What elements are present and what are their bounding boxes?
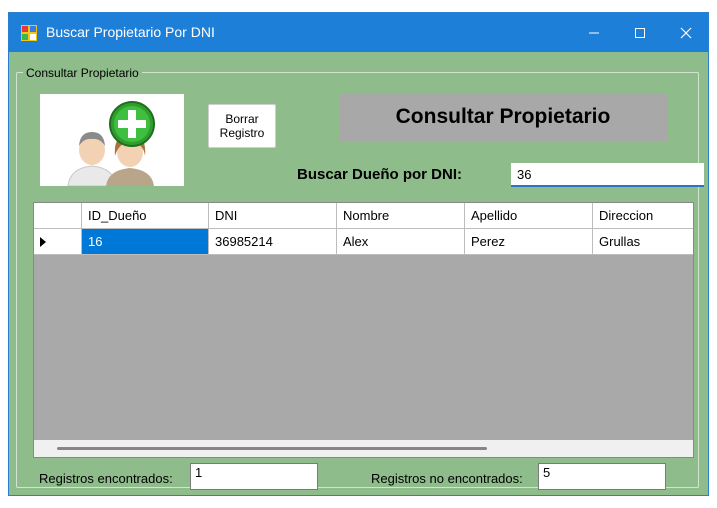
maximize-button[interactable] bbox=[617, 13, 663, 52]
owners-grid[interactable]: ID_Dueño DNI Nombre Apellido Direccion 1… bbox=[33, 202, 694, 458]
row-selector[interactable] bbox=[34, 229, 82, 254]
clear-record-label-2: Registro bbox=[219, 126, 265, 140]
minimize-button[interactable] bbox=[571, 13, 617, 52]
cell-nombre[interactable]: Alex bbox=[337, 229, 465, 254]
horizontal-scrollbar[interactable] bbox=[34, 440, 693, 457]
dni-search-input[interactable] bbox=[511, 163, 704, 187]
column-header-dni[interactable]: DNI bbox=[209, 203, 337, 228]
cell-direccion[interactable]: Grullas bbox=[593, 229, 693, 254]
not-found-label: Registros no encontrados: bbox=[371, 471, 523, 486]
grid-header: ID_Dueño DNI Nombre Apellido Direccion bbox=[34, 203, 693, 229]
form-body: Consultar Propietario Borrar Registro Co… bbox=[9, 52, 708, 495]
row-header-corner bbox=[34, 203, 82, 228]
window: Buscar Propietario Por DNI Consultar Pro… bbox=[8, 12, 709, 496]
clear-record-label-1: Borrar bbox=[225, 112, 259, 126]
search-label: Buscar Dueño por DNI: bbox=[297, 166, 463, 183]
column-header-nombre[interactable]: Nombre bbox=[337, 203, 465, 228]
table-row[interactable]: 16 36985214 Alex Perez Grullas bbox=[34, 229, 693, 255]
minimize-icon bbox=[589, 32, 599, 33]
add-owner-icon bbox=[67, 101, 155, 187]
column-header-apellido[interactable]: Apellido bbox=[465, 203, 593, 228]
title-bar[interactable]: Buscar Propietario Por DNI bbox=[9, 13, 708, 52]
banner-title: Consultar Propietario bbox=[339, 93, 667, 141]
not-found-count-field[interactable]: 5 bbox=[538, 463, 666, 490]
owner-picture bbox=[40, 94, 184, 187]
cell-apellido[interactable]: Perez bbox=[465, 229, 593, 254]
found-count-field[interactable]: 1 bbox=[190, 463, 318, 490]
found-label: Registros encontrados: bbox=[39, 471, 173, 486]
maximize-icon bbox=[635, 27, 645, 38]
cell-dni[interactable]: 36985214 bbox=[209, 229, 337, 254]
close-button[interactable] bbox=[663, 13, 708, 52]
close-icon bbox=[680, 27, 692, 38]
window-title: Buscar Propietario Por DNI bbox=[46, 24, 215, 40]
column-header-direccion[interactable]: Direccion bbox=[593, 203, 693, 228]
app-icon bbox=[21, 25, 37, 41]
scrollbar-thumb[interactable] bbox=[57, 447, 487, 450]
clear-record-button[interactable]: Borrar Registro bbox=[208, 104, 276, 148]
group-legend: Consultar Propietario bbox=[23, 66, 142, 80]
current-row-arrow-icon bbox=[40, 237, 46, 247]
cell-id[interactable]: 16 bbox=[82, 229, 209, 254]
column-header-id[interactable]: ID_Dueño bbox=[82, 203, 209, 228]
